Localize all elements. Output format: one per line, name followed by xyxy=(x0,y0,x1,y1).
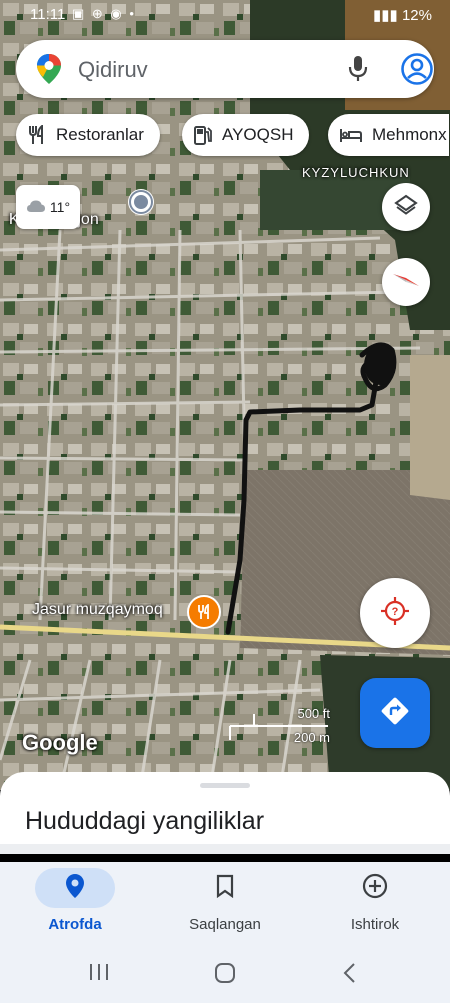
directions-button[interactable] xyxy=(360,678,430,748)
microphone-icon[interactable] xyxy=(348,55,368,88)
bookmark-icon xyxy=(216,874,234,903)
nav-contribute[interactable]: Ishtirok xyxy=(300,868,450,933)
battery-percent: 12% xyxy=(401,7,432,24)
chip-restaurants[interactable]: Restoranlar xyxy=(16,114,160,156)
weather-temperature: 11° xyxy=(49,199,71,215)
google-maps-logo-icon xyxy=(36,53,62,90)
location-pin-icon xyxy=(65,873,85,904)
chip-gas-stations[interactable]: AYOQSH xyxy=(182,114,310,156)
nav-pill xyxy=(185,868,265,908)
svg-text:?: ? xyxy=(392,606,399,618)
place-label-kyzyluchkun[interactable]: KYZYLUCHKUN xyxy=(302,165,410,180)
layers-button[interactable] xyxy=(382,183,430,231)
nav-label: Ishtirok xyxy=(350,916,400,933)
status-time: 11:11 xyxy=(30,6,66,23)
nav-explore[interactable]: Atrofda xyxy=(0,868,150,933)
chip-label: Restoranlar xyxy=(56,125,144,144)
back-button[interactable] xyxy=(342,962,356,989)
nav-pill xyxy=(35,868,115,908)
weather-widget[interactable]: 11° xyxy=(16,185,80,229)
recent-apps-button[interactable] xyxy=(88,962,110,987)
bottom-navigation: Atrofda Saqlangan Ishtirok xyxy=(0,862,450,944)
compass-button[interactable] xyxy=(382,258,430,306)
category-chips: Restoranlar AYOQSH Mehmonx xyxy=(16,114,450,158)
poi-label[interactable]: Jasur muzqaymoq xyxy=(32,601,163,619)
nav-saved[interactable]: Saqlangan xyxy=(150,868,300,933)
compass-icon xyxy=(391,265,421,300)
bed-icon xyxy=(340,127,362,143)
layers-icon xyxy=(394,193,418,222)
add-circle-icon xyxy=(362,873,388,904)
nav-pill xyxy=(335,868,415,908)
map-scale: 500 ft 200 m xyxy=(228,706,338,745)
chip-label: AYOQSH xyxy=(222,125,294,144)
scale-m: 200 m xyxy=(293,730,330,745)
gas-station-icon xyxy=(194,125,212,145)
recent-apps-icon xyxy=(88,962,110,987)
nav-label: Atrofda xyxy=(48,916,102,933)
home-button[interactable] xyxy=(214,962,236,989)
chip-hotels[interactable]: Mehmonx xyxy=(328,114,449,156)
nav-label: Saqlangan xyxy=(189,916,261,933)
system-navigation-bar xyxy=(0,944,450,1003)
place-marker-icon[interactable] xyxy=(128,189,154,215)
search-bar[interactable]: Qidiruv xyxy=(16,40,434,98)
signal-icon: ▮▮▮ xyxy=(373,7,402,24)
sheet-title: Hududdagi yangiliklar xyxy=(25,807,265,835)
home-icon xyxy=(214,962,236,989)
location-unknown-icon: ? xyxy=(380,596,410,631)
chip-label: Mehmonx xyxy=(372,125,447,144)
divider xyxy=(0,844,450,854)
status-bar: 11:11 ▣ ⊕ ◉ • ▮▮▮ 12% xyxy=(0,0,450,30)
directions-icon xyxy=(380,696,410,731)
bottom-sheet[interactable]: Hududdagi yangiliklar xyxy=(0,772,450,854)
status-battery: ▮▮▮ 12% xyxy=(373,6,432,24)
fork-knife-icon xyxy=(28,125,46,145)
notification-icons: ▣ ⊕ ◉ • xyxy=(72,6,136,21)
restaurant-marker-icon[interactable] xyxy=(187,595,221,629)
back-icon xyxy=(342,962,356,989)
cloud-icon xyxy=(26,199,46,216)
google-attribution: Google xyxy=(22,730,98,755)
drag-handle[interactable] xyxy=(200,783,250,788)
search-input[interactable]: Qidiruv xyxy=(78,57,148,83)
account-icon[interactable] xyxy=(400,52,434,91)
my-location-button[interactable]: ? xyxy=(360,578,430,648)
